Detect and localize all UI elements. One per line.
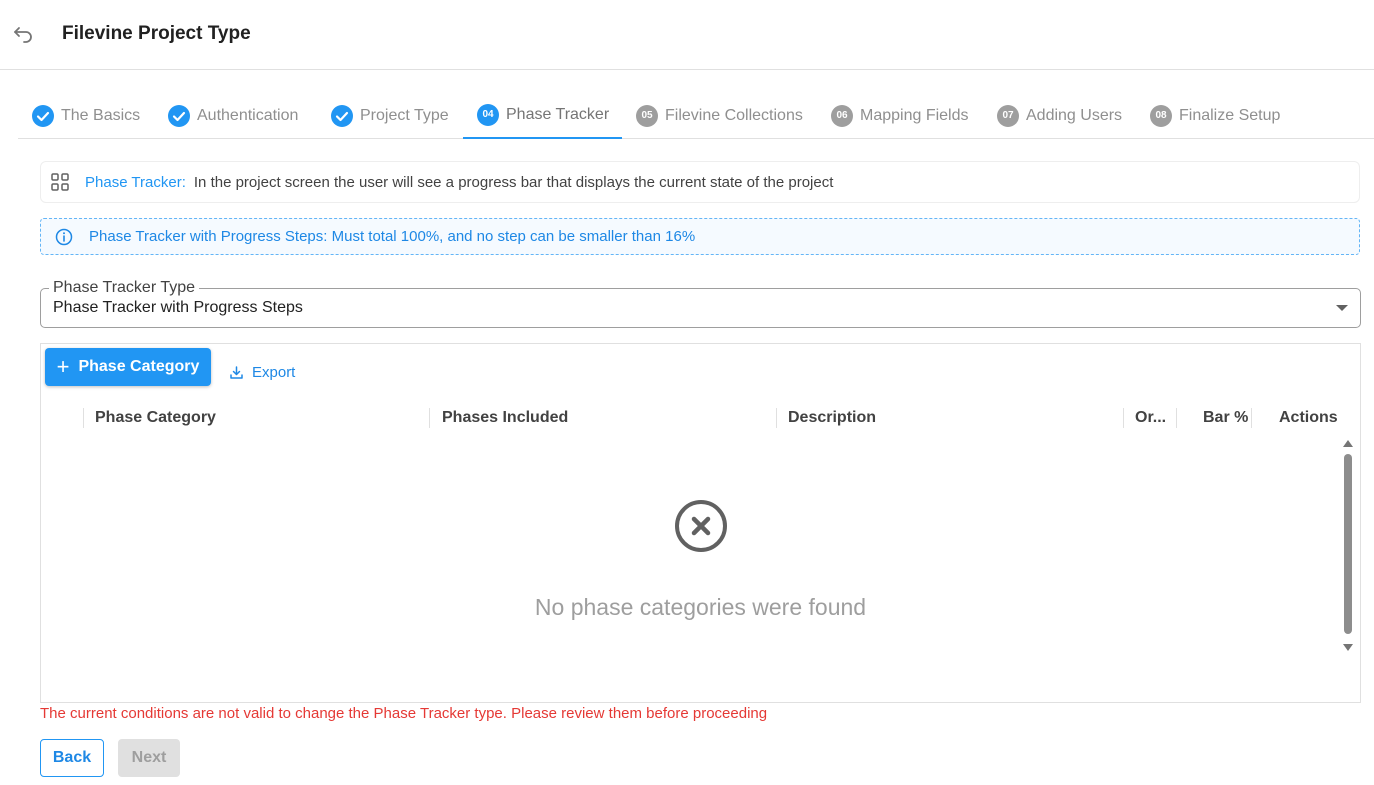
column-header-order[interactable]: Or... [1135,409,1166,427]
column-separator [1251,408,1252,428]
export-button[interactable]: Export [229,364,295,381]
scroll-down-arrow-icon[interactable] [1343,644,1353,651]
step-label: The Basics [61,106,141,124]
step-label: Project Type [360,106,449,124]
step-label: Mapping Fields [860,106,969,124]
step-number: 06 [831,104,853,127]
step-phase-tracker[interactable]: 04 Phase Tracker [463,92,622,139]
column-separator [1123,408,1124,428]
step-filevine-collections[interactable]: 05 Filevine Collections [636,92,803,139]
step-number: 04 [477,103,499,126]
wizard-stepper: The Basics Authentication Project Type 0… [18,92,1374,139]
empty-state-message: No phase categories were found [534,594,867,620]
step-label: Phase Tracker [506,105,610,123]
select-value: Phase Tracker with Progress Steps [53,299,303,316]
close-circle-icon [675,500,727,552]
step-label: Finalize Setup [1179,106,1281,124]
add-button-label: Phase Category [78,358,200,375]
column-separator [776,408,777,428]
download-icon [230,366,243,379]
add-phase-category-button[interactable]: + Phase Category [45,348,211,386]
step-authentication[interactable]: Authentication [168,92,298,139]
column-header-bar-percent[interactable]: Bar % [1203,409,1248,427]
phase-tracker-type-select[interactable]: Phase Tracker Type Phase Tracker with Pr… [40,279,1361,328]
step-label: Authentication [197,106,299,124]
caret-down-icon[interactable] [1336,305,1348,311]
phase-category-table: + Phase Category Export Phase Category P… [40,343,1361,703]
grid-icon [51,173,69,191]
column-separator [83,408,84,428]
info-text: In the project screen the user will see … [193,173,834,191]
check-circle-icon [32,104,54,127]
app-header: Filevine Project Type [0,0,1374,70]
step-project-type[interactable]: Project Type [331,92,449,139]
validation-alert: Phase Tracker with Progress Steps: Must … [40,218,1360,255]
scrollbar-thumb[interactable] [1344,454,1352,634]
back-button[interactable]: Back [40,739,104,777]
step-number: 08 [1150,104,1172,127]
step-number: 07 [997,104,1019,127]
back-arrow-icon[interactable] [12,22,34,44]
step-the-basics[interactable]: The Basics [32,92,140,139]
page-title: Filevine Project Type [62,23,251,44]
step-adding-users[interactable]: 07 Adding Users [997,92,1122,139]
alert-text: Phase Tracker with Progress Steps: Must … [89,228,696,245]
check-circle-icon [168,104,190,127]
column-header-description[interactable]: Description [788,409,876,427]
plus-icon: + [56,354,70,379]
column-header-actions: Actions [1279,409,1338,426]
next-button[interactable]: Next [118,739,180,777]
info-label: Phase Tracker: [85,173,186,191]
validation-error-message: The current conditions are not valid to … [40,705,768,722]
step-mapping-fields[interactable]: 06 Mapping Fields [831,92,969,139]
select-label: Phase Tracker Type [49,279,199,297]
step-label: Adding Users [1026,106,1123,124]
column-separator [429,408,430,428]
scroll-up-arrow-icon[interactable] [1343,440,1353,447]
column-header-phase-category[interactable]: Phase Category [95,409,216,427]
check-circle-icon [331,104,353,127]
step-label: Filevine Collections [665,106,803,124]
step-finalize-setup[interactable]: 08 Finalize Setup [1150,92,1280,139]
column-header-phases-included[interactable]: Phases Included [442,409,568,427]
phase-tracker-info: Phase Tracker: In the project screen the… [40,161,1360,203]
column-separator [1176,408,1177,428]
info-circle-icon [55,228,73,245]
export-label: Export [252,364,296,381]
step-number: 05 [636,104,658,127]
table-header: Phase Category Phases Included Descripti… [41,400,1360,436]
